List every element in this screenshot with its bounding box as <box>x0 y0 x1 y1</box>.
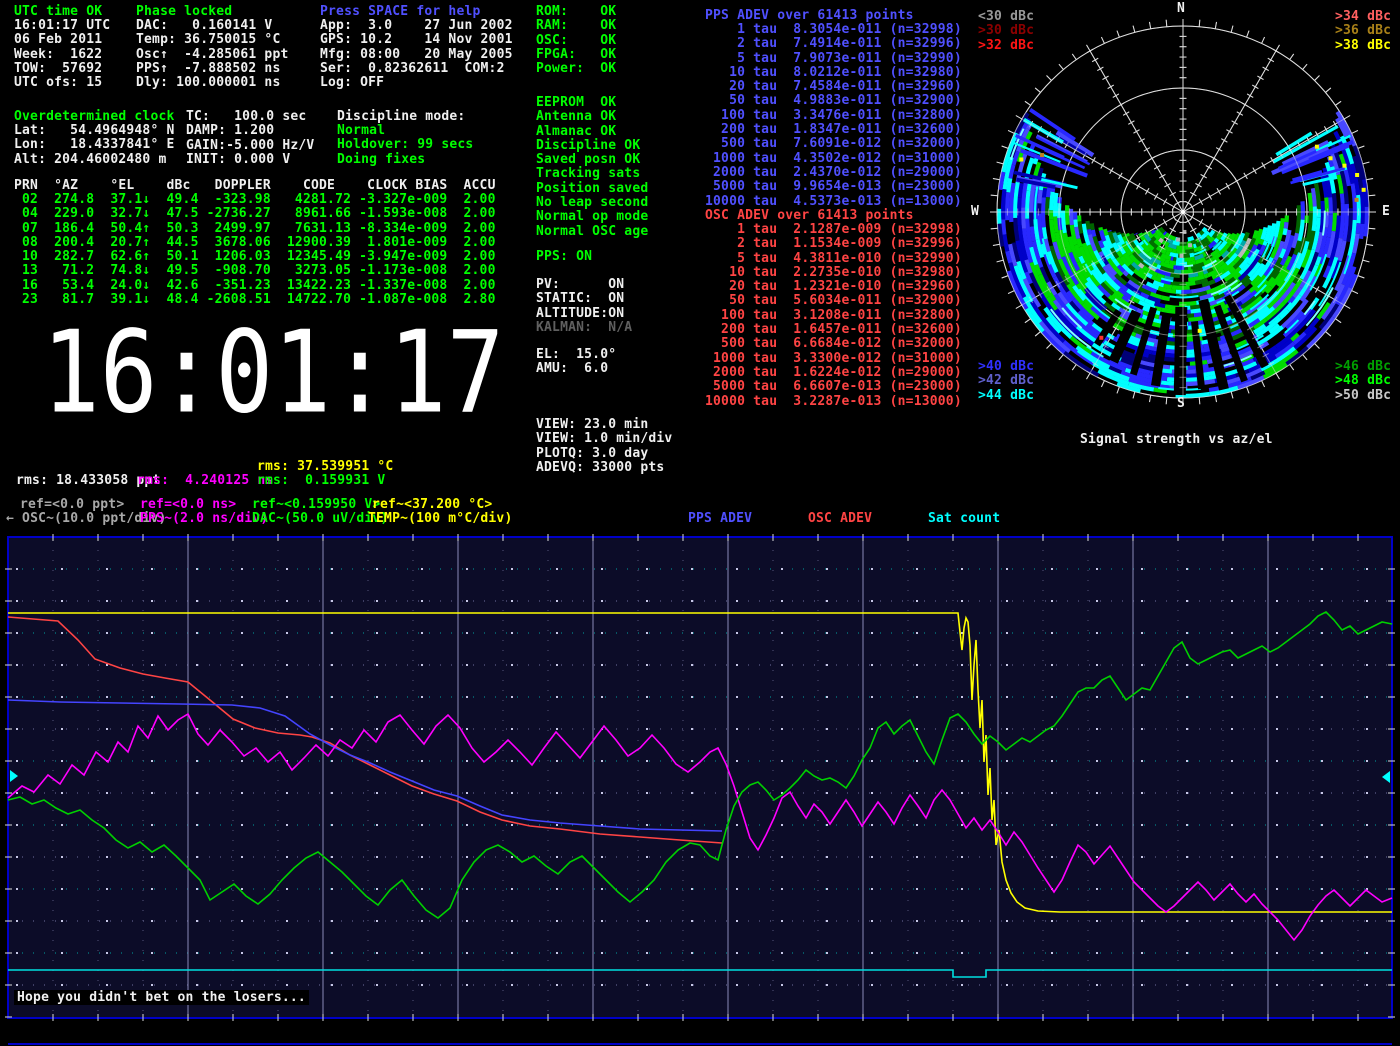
pps-state: PPS: ON <box>536 250 592 264</box>
sat-count-plot-label[interactable]: Sat count <box>928 512 1000 526</box>
big-digital-clock: 16:01:17 <box>42 316 504 429</box>
osc-adev-plot-label[interactable]: OSC ADEV <box>808 512 872 526</box>
pps-adev-rows: 1 tau 8.3054e-011 (n=32998) 2 tau 7.4914… <box>705 23 962 209</box>
sat-table-rows: 02 274.8 37.1↓ 49.4 -323.98 4281.72 -3.3… <box>14 193 496 307</box>
compass-north: N <box>1177 2 1185 16</box>
status-message-text: Hope you didn't bet on the losers... <box>14 990 309 1005</box>
pps-adev-plot-label[interactable]: PPS ADEV <box>688 512 752 526</box>
hw-status-lines: ROM: OK RAM: OK OSC: OK FPGA: OK Power: … <box>536 5 616 76</box>
dbc-legend-top-left: <30 dBc>30 dBc>32 dBc <box>978 10 1034 53</box>
health-lines: EEPROM OK Antenna OK Almanac OK Discipli… <box>536 96 648 239</box>
rms-pps: rms: 4.240125 ns <box>137 474 273 488</box>
polar-caption: Signal strength vs az/el <box>1080 433 1273 447</box>
rms-dac: rms: 0.159931 V <box>257 474 385 488</box>
temp-scale-label[interactable]: TEMP~(100 m°C/div) <box>368 512 512 526</box>
osc-adev-rows: 1 tau 2.1287e-009 (n=32998) 2 tau 1.1534… <box>705 223 962 409</box>
status-message: Hope you didn't bet on the losers... <box>14 991 309 1005</box>
compass-west: W <box>971 205 979 219</box>
phase-lines: DAC: 0.160141 V Temp: 36.750015 °C Osc↑ … <box>136 19 289 90</box>
strip-chart <box>5 534 1395 1044</box>
mode-lines: PV: ONSTATIC: ONALTITUDE:ONKALMAN: N/A <box>536 278 632 335</box>
loop-param-lines: TC: 100.0 sec DAMP: 1.200 GAIN:-5.000 Hz… <box>186 110 314 167</box>
compass-south: S <box>1177 397 1185 411</box>
position-lines: Lat: 54.4964948° N Lon: 18.4337841° E Al… <box>14 124 175 167</box>
lady-heather-screen: UTC time OK 16:01:17 UTC 06 Feb 2011 Wee… <box>0 0 1400 1046</box>
polar-plot <box>990 19 1376 405</box>
view-settings-lines: VIEW: 23.0 min VIEW: 1.0 min/div PLOTQ: … <box>536 418 672 475</box>
pps-scale-label[interactable]: PPS~(2.0 ns/div) <box>140 512 268 526</box>
compass-east: E <box>1382 205 1390 219</box>
amu-mask: AMU: 6.0 <box>536 362 608 376</box>
dbc-legend-top-right: >34 dBc>36 dBc>38 dBc <box>1335 10 1391 53</box>
discipline-mode-lines: Normal Holdover: 99 secs Doing fixes <box>337 124 473 167</box>
version-lines: App: 3.0 27 Jun 2002 GPS: 10.2 14 Nov 20… <box>320 19 513 90</box>
dbc-legend-bottom-right: >46 dBc>48 dBc>50 dBc <box>1335 360 1391 403</box>
dbc-legend-bottom-left: >40 dBc>42 dBc>44 dBc <box>978 360 1034 403</box>
utc-status-lines: 16:01:17 UTC 06 Feb 2011 Week: 1622 TOW:… <box>14 19 110 90</box>
